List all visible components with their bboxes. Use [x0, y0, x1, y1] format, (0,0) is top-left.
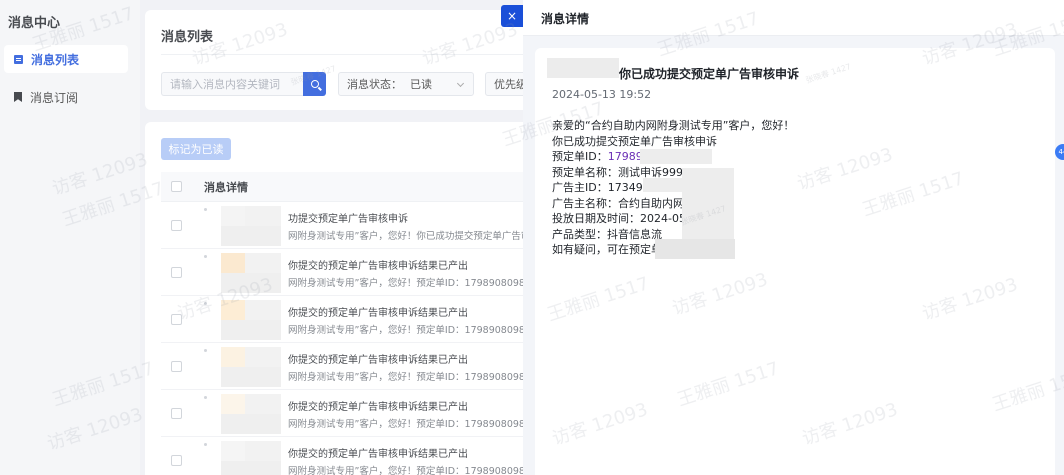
drawer-title: 消息详情: [541, 12, 590, 26]
advertiser-name-line: 广告主名称：合约自助内网附: [552, 196, 695, 210]
blurred-region: [640, 149, 712, 164]
blurred-region: [655, 239, 735, 259]
message-title: 你已成功提交预定单广告审核申诉: [619, 67, 800, 81]
close-icon: ×: [506, 9, 518, 23]
message-line: 你已成功提交预定单广告审核申诉: [552, 134, 717, 148]
drawer-header: 消息详情: [523, 0, 1064, 36]
message-greeting: 亲爱的“合约自助内网附身测试专用”客户，您好！: [552, 119, 795, 132]
order-id-label: 预定单ID：: [552, 150, 608, 163]
message-timestamp: 2024-05-13 19:52: [552, 88, 652, 101]
blurred-region: [547, 58, 619, 78]
floating-badge[interactable]: 44: [1055, 144, 1064, 160]
message-detail-card: 你已成功提交预定单广告审核申诉 2024-05-13 19:52 亲爱的“合约自…: [535, 48, 1055, 475]
message-detail-drawer: 消息详情 你已成功提交预定单广告审核申诉 2024-05-13 19:52 亲爱…: [523, 0, 1064, 475]
schedule-line: 投放日期及时间：2024-05-: [552, 212, 690, 225]
drawer-mask[interactable]: [0, 0, 523, 475]
close-drawer-button[interactable]: ×: [501, 5, 523, 27]
